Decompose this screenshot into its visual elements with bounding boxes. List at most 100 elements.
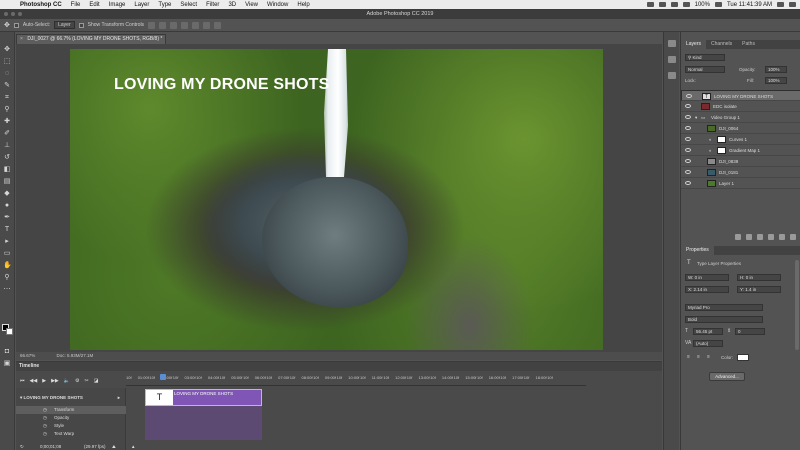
screen-mode-icon[interactable]: ▣	[3, 360, 11, 367]
height-field[interactable]: H: 0 in	[737, 274, 781, 281]
tab-channels[interactable]: Channels	[706, 40, 737, 49]
brush-settings-icon[interactable]	[668, 56, 676, 63]
zoom-level[interactable]: 66.67%	[20, 353, 35, 358]
timeline-ruler[interactable]: 10f 01:00f 10f 02:00f 10f 03:00f 10f 04:00f 10f 0…	[126, 372, 586, 386]
timeline-title[interactable]: Timeline	[16, 362, 662, 371]
auto-select-dropdown[interactable]: Layer	[54, 21, 75, 29]
font-style-dropdown[interactable]: Bold	[685, 316, 763, 323]
type-tool-icon[interactable]: T	[3, 226, 11, 233]
adjustment-layer-icon[interactable]	[768, 234, 774, 240]
fill-field[interactable]: 100%	[765, 77, 787, 84]
zoom-tool-icon[interactable]: ⚲	[3, 274, 11, 281]
zoom-slider[interactable]: ▲	[131, 443, 135, 450]
settings-gear-icon[interactable]: ⚙	[75, 378, 79, 384]
link-layers-icon[interactable]	[735, 234, 741, 240]
background-color-swatch[interactable]	[6, 328, 13, 335]
width-field[interactable]: W: 0 in	[685, 274, 729, 281]
folder-expand-icon[interactable]: ▾	[695, 112, 697, 123]
font-size-field[interactable]: 56.45 pt	[693, 328, 723, 335]
close-window-button[interactable]	[4, 12, 8, 16]
visibility-eye-icon[interactable]	[685, 148, 691, 152]
visibility-eye-icon[interactable]	[685, 137, 691, 141]
audio-icon[interactable]: 🔈	[64, 378, 70, 384]
advanced-button[interactable]: Advanced...	[709, 372, 745, 381]
layer-row[interactable]: DJI_0839	[681, 156, 800, 167]
align-right-icon[interactable]: ≡	[707, 354, 710, 360]
document-tab[interactable]: × DJI_0027 @ 66.7% (LOVING MY DRONE SHOT…	[16, 34, 166, 44]
new-group-icon[interactable]	[779, 234, 785, 240]
clip-keyframe-area[interactable]	[145, 406, 262, 440]
wifi-icon[interactable]	[670, 2, 678, 7]
more-tools-icon[interactable]: ⋯	[3, 286, 11, 293]
menu-list-icon[interactable]	[789, 2, 796, 7]
layer-row[interactable]: DJI_0064	[681, 123, 800, 134]
align-left-icon[interactable]: ≡	[687, 354, 690, 360]
timeline-clip[interactable]: T LOVING MY DRONE SHOTS	[145, 389, 262, 406]
visibility-eye-icon[interactable]	[686, 94, 692, 98]
playhead-marker[interactable]	[160, 374, 166, 380]
align-center-icon[interactable]: ≡	[697, 354, 700, 360]
panel-scrollbar[interactable]	[795, 260, 799, 350]
quick-select-icon[interactable]: ✎	[3, 82, 11, 89]
font-family-dropdown[interactable]: Myriad Pro	[685, 304, 763, 311]
volume-icon[interactable]	[682, 2, 690, 7]
layer-name[interactable]: DJI_0064	[719, 123, 738, 134]
text-color-swatch[interactable]	[737, 354, 749, 361]
track-property-opacity[interactable]: ◷ Opacity	[16, 414, 126, 422]
stopwatch-icon[interactable]: ◷	[43, 414, 47, 422]
brush-tool-icon[interactable]: ✐	[3, 130, 11, 137]
hand-tool-icon[interactable]: ✋	[3, 262, 12, 269]
align-center-icon[interactable]	[159, 21, 167, 29]
opacity-field[interactable]: 100%	[765, 66, 787, 73]
visibility-eye-icon[interactable]	[685, 126, 691, 130]
apple-icon[interactable]	[6, 2, 12, 8]
document-canvas[interactable]: LOVING MY DRONE SHOTS	[70, 49, 603, 350]
layer-row[interactable]: ▾ ▭ Video Group 1	[681, 112, 800, 123]
search-icon[interactable]	[777, 2, 784, 7]
clone-stamp-icon[interactable]: ⊥	[3, 142, 11, 149]
blur-tool-icon[interactable]: ◆	[3, 190, 11, 197]
layer-row[interactable]: Layer 1	[681, 178, 800, 189]
stopwatch-icon[interactable]: ◷	[43, 430, 47, 438]
status-icon[interactable]	[658, 2, 666, 7]
previous-frame-icon[interactable]: ◀◀	[30, 378, 38, 384]
move-tool-icon[interactable]: ✥	[3, 46, 11, 53]
layer-name[interactable]: Curves 1	[729, 134, 747, 145]
layer-row[interactable]: T LOVING MY DRONE SHOTS	[681, 90, 800, 101]
layer-filter-kind[interactable]: ⚲ Kind	[685, 54, 725, 61]
add-mask-icon[interactable]	[757, 234, 763, 240]
stopwatch-icon[interactable]: ◷	[43, 406, 47, 414]
eyedropper-tool-icon[interactable]: ⚲	[3, 106, 11, 113]
align-middle-icon[interactable]	[192, 21, 200, 29]
tab-properties[interactable]: Properties	[681, 246, 714, 255]
menu-help[interactable]: Help	[297, 2, 309, 8]
auto-select-checkbox[interactable]	[13, 22, 19, 28]
layer-name[interactable]: DJI_0839	[719, 156, 738, 167]
track-group-header[interactable]: ▾ LOVING MY DRONE SHOTS ▸	[16, 394, 126, 402]
shape-tool-icon[interactable]: ▭	[3, 250, 11, 257]
lasso-tool-icon[interactable]: ◌	[3, 70, 11, 77]
menu-edit[interactable]: Edit	[89, 2, 99, 8]
menu-clock[interactable]: Tue 11:41:39 AM	[727, 2, 772, 8]
track-property-style[interactable]: ◷ Style	[16, 422, 126, 430]
healing-brush-icon[interactable]: ✚	[3, 118, 11, 125]
menu-type[interactable]: Type	[158, 2, 171, 8]
timecode[interactable]: 0;00;01;08	[40, 443, 61, 450]
zoom-out-icon[interactable]: ⛰	[112, 443, 116, 450]
x-position-field[interactable]: X: 2.14 in	[685, 286, 729, 293]
visibility-eye-icon[interactable]	[685, 159, 691, 163]
tracking-field[interactable]: (Auto)	[693, 340, 723, 347]
align-top-icon[interactable]	[181, 21, 189, 29]
layer-name[interactable]: Gradient Map 1	[729, 145, 760, 156]
marquee-tool-icon[interactable]: ⬚	[3, 58, 11, 65]
menu-view[interactable]: View	[245, 2, 258, 8]
next-frame-icon[interactable]: ▶▶	[51, 378, 59, 384]
track-options-icon[interactable]: ▸	[118, 394, 120, 402]
align-bottom-icon[interactable]	[203, 21, 211, 29]
layer-row[interactable]: ◐ Curves 1	[681, 134, 800, 145]
tab-layers[interactable]: Layers	[681, 40, 707, 49]
battery-icon[interactable]	[714, 2, 722, 7]
layer-name[interactable]: Video Group 1	[711, 112, 740, 123]
track-property-text-warp[interactable]: ◷ Text Warp	[16, 430, 126, 438]
menu-window[interactable]: Window	[267, 2, 288, 8]
